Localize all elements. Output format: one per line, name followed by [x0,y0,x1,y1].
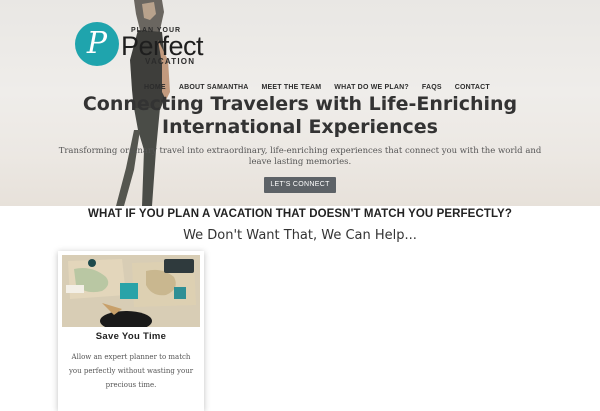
hero-title: Connecting Travelers with Life-Enriching… [80,93,520,139]
hero-title-line2: International Experiences [162,116,438,138]
section-tagline: We Don't Want That, We Can Help... [183,228,417,243]
logo-bottom-text: VACATION [145,57,196,66]
hero-subtitle: Transforming ordinary travel into extrao… [58,146,542,167]
feature-card-save-time[interactable]: Save You Time Allow an expert planner to… [58,251,204,411]
brand-logo[interactable]: P PLAN YOUR Perfect VACATION [75,22,205,70]
section-question: WHAT IF YOU PLAN A VACATION THAT DOESN'T… [88,208,512,220]
travel-planning-photo [62,255,200,327]
hero-section: P PLAN YOUR Perfect VACATION HOME ABOUT … [0,0,600,206]
card-title: Save You Time [95,331,167,342]
lets-connect-button[interactable]: LET'S CONNECT [264,177,336,193]
card-description: Allow an expert planner to match you per… [68,353,194,389]
logo-mark-letter: P [86,26,108,61]
hero-title-line1: Connecting Travelers with Life-Enriching [82,93,518,115]
